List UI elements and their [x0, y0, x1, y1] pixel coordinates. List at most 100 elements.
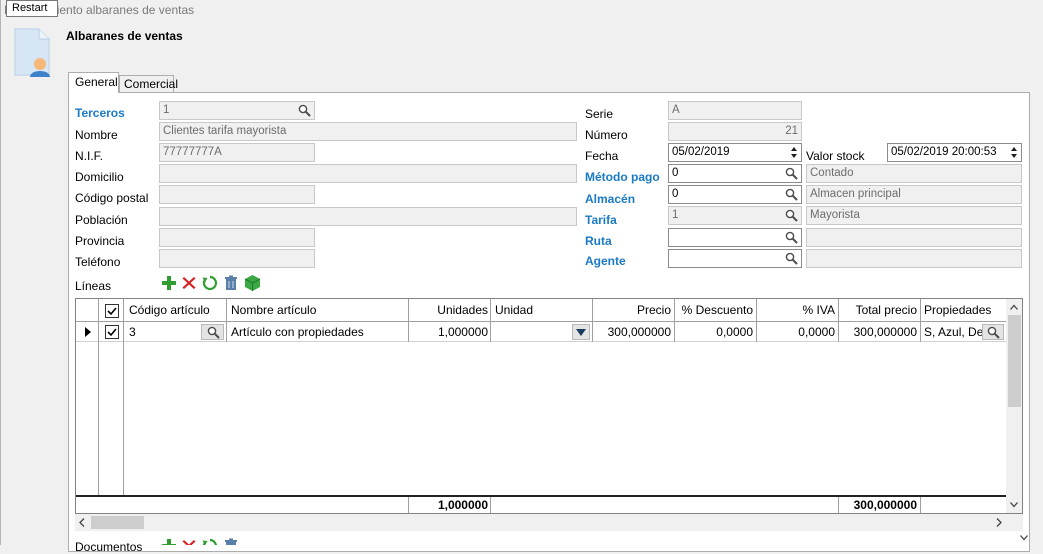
- label-almacen[interactable]: Almacén: [585, 192, 635, 206]
- col-descuento[interactable]: % Descuento: [674, 299, 756, 322]
- page-title: Albaranes de ventas: [66, 29, 183, 43]
- cell-codigo[interactable]: 3: [126, 322, 139, 342]
- col-unidades[interactable]: Unidades: [408, 299, 491, 322]
- chevron-up-icon[interactable]: [1010, 304, 1018, 310]
- refresh-icon[interactable]: [202, 275, 218, 291]
- numero-field[interactable]: 21: [668, 122, 802, 141]
- terceros-field[interactable]: 1: [159, 101, 315, 120]
- codigo-search-button[interactable]: [201, 324, 224, 340]
- col-unidad[interactable]: Unidad: [492, 299, 536, 322]
- vertical-scroll-thumb[interactable]: [1008, 315, 1021, 407]
- search-icon[interactable]: [785, 231, 798, 244]
- nombre-field[interactable]: Clientes tarifa mayorista: [159, 122, 577, 141]
- label-fecha: Fecha: [585, 149, 619, 163]
- label-ruta[interactable]: Ruta: [585, 234, 612, 248]
- col-nombre[interactable]: Nombre artículo: [228, 299, 319, 322]
- chevron-down-icon[interactable]: [1020, 535, 1028, 541]
- spin-arrows-icon[interactable]: [1009, 144, 1019, 161]
- lineas-grid[interactable]: Código artículo Nombre artículo Unidades…: [75, 298, 1023, 514]
- cell-nombre[interactable]: Artículo con propiedades: [228, 322, 367, 342]
- header-checkbox[interactable]: [105, 304, 119, 318]
- horizontal-scrollbar[interactable]: [75, 514, 1023, 531]
- search-icon[interactable]: [785, 252, 798, 265]
- telefono-field[interactable]: [159, 249, 315, 268]
- cell-total[interactable]: 300,000000: [838, 322, 920, 342]
- poblacion-field[interactable]: [159, 207, 577, 226]
- cell-unidad[interactable]: [492, 322, 572, 342]
- label-metodo-pago[interactable]: Método pago: [585, 170, 660, 184]
- label-numero: Número: [585, 128, 628, 142]
- almacen-field[interactable]: 0: [668, 185, 802, 204]
- chevron-down-icon: [576, 329, 586, 336]
- cell-iva[interactable]: 0,0000: [756, 322, 838, 342]
- trash-icon[interactable]: [223, 275, 239, 291]
- fecha-field[interactable]: 05/02/2019: [668, 143, 802, 162]
- tab-comercial[interactable]: Comercial: [119, 75, 178, 93]
- tarifa-value: 1: [672, 209, 679, 221]
- label-telefono: Teléfono: [75, 255, 121, 269]
- nif-field[interactable]: 77777777A: [159, 143, 315, 162]
- search-icon[interactable]: [785, 209, 798, 222]
- search-icon[interactable]: [298, 104, 311, 117]
- delete-icon[interactable]: [181, 275, 197, 291]
- col-iva[interactable]: % IVA: [756, 299, 838, 322]
- trash-icon[interactable]: [223, 538, 239, 545]
- agente-field[interactable]: [668, 249, 802, 268]
- refresh-icon[interactable]: [202, 538, 218, 545]
- domicilio-field[interactable]: [159, 164, 577, 183]
- label-codigo-postal: Código postal: [75, 191, 149, 205]
- delete-icon[interactable]: [181, 538, 197, 545]
- row-pointer-icon: [85, 327, 91, 337]
- serie-field[interactable]: A: [668, 101, 802, 120]
- unidad-dropdown-button[interactable]: [572, 324, 590, 340]
- row-checkbox[interactable]: [105, 325, 119, 339]
- table-row[interactable]: 3 Artículo con propiedades 1,000000 300,…: [76, 322, 1006, 342]
- label-poblacion: Población: [75, 213, 128, 227]
- label-tarifa[interactable]: Tarifa: [585, 213, 617, 227]
- search-icon: [207, 326, 220, 339]
- col-total[interactable]: Total precio: [838, 299, 920, 322]
- almacen-value: 0: [672, 188, 679, 200]
- spin-arrows-icon[interactable]: [789, 144, 799, 161]
- app-window: { "tooltip": "Restart", "window_title": …: [0, 0, 1043, 554]
- codigo-postal-field[interactable]: [159, 185, 315, 204]
- label-domicilio: Domicilio: [75, 170, 124, 184]
- grid-header: Código artículo Nombre artículo Unidades…: [76, 299, 1006, 322]
- col-precio[interactable]: Precio: [592, 299, 674, 322]
- chevron-down-icon[interactable]: [1010, 502, 1018, 508]
- total-unidades: 1,000000: [437, 498, 488, 512]
- cell-precio[interactable]: 300,000000: [592, 322, 674, 342]
- metodo-pago-desc: Contado: [806, 164, 1022, 183]
- document-user-icon: [13, 27, 53, 77]
- tab-general[interactable]: General: [68, 72, 119, 93]
- add-icon[interactable]: [161, 538, 177, 545]
- vertical-scrollbar[interactable]: [1006, 299, 1022, 513]
- label-documentos: Documentos: [75, 540, 143, 554]
- label-agente[interactable]: Agente: [585, 254, 626, 268]
- cell-unidades[interactable]: 1,000000: [408, 322, 491, 342]
- add-icon[interactable]: [161, 275, 177, 291]
- horizontal-scroll-thumb[interactable]: [91, 516, 144, 529]
- ruta-desc: [806, 228, 1022, 247]
- col-codigo[interactable]: Código artículo: [126, 299, 213, 322]
- tarifa-field[interactable]: 1: [668, 206, 802, 225]
- search-icon[interactable]: [785, 188, 798, 201]
- label-terceros[interactable]: Terceros: [75, 106, 125, 120]
- agente-desc: [806, 249, 1022, 268]
- cube-icon[interactable]: [244, 274, 261, 292]
- cell-descuento[interactable]: 0,0000: [674, 322, 756, 342]
- valor-stock-field[interactable]: 05/02/2019 20:00:53: [887, 143, 1022, 162]
- check-icon: [107, 328, 117, 337]
- chevron-right-icon[interactable]: [996, 518, 1002, 527]
- label-lineas: Líneas: [75, 279, 112, 293]
- tarifa-desc: Mayorista: [806, 206, 1022, 225]
- cell-propiedades[interactable]: S, Azul, De: [921, 322, 983, 342]
- propiedades-search-button[interactable]: [982, 324, 1004, 340]
- chevron-left-icon[interactable]: [79, 518, 85, 527]
- provincia-field[interactable]: [159, 228, 315, 247]
- search-icon[interactable]: [785, 167, 798, 180]
- col-propiedades[interactable]: Propiedades: [921, 299, 994, 322]
- ruta-field[interactable]: [668, 228, 802, 247]
- fecha-value: 05/02/2019: [672, 146, 730, 158]
- metodo-pago-field[interactable]: 0: [668, 164, 802, 183]
